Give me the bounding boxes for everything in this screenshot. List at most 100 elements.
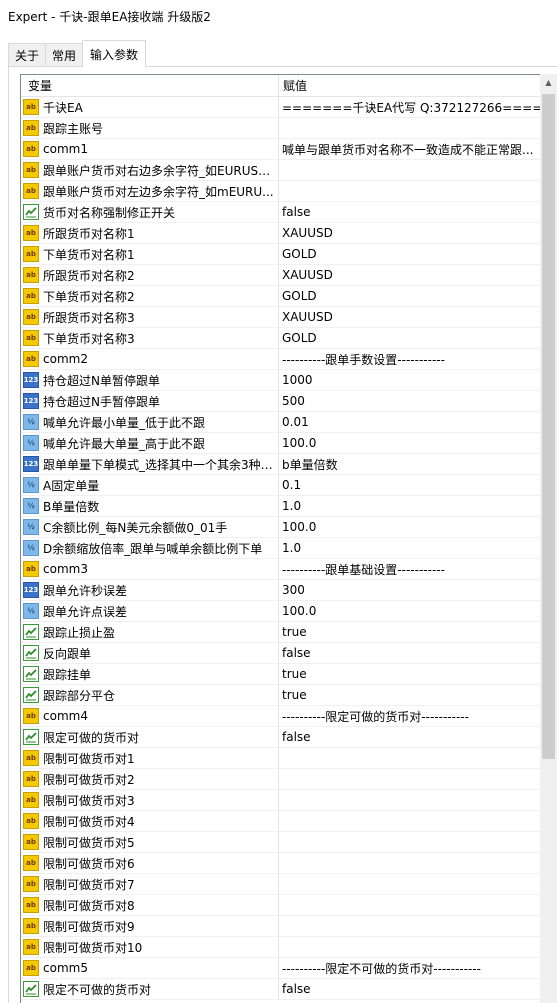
parameter-row[interactable]: ab 限制可做货币对7: [21, 874, 548, 895]
parameter-row[interactable]: ab 跟单账户货币对右边多余字符_如EURUSD...: [21, 160, 548, 181]
parameter-value-cell[interactable]: [279, 811, 548, 831]
parameter-row[interactable]: 跟踪止损止盈 true: [21, 622, 548, 643]
column-header-variable[interactable]: 变量: [21, 75, 279, 96]
parameter-value-cell[interactable]: 1.0: [279, 538, 548, 558]
parameter-value-cell[interactable]: 100.0: [279, 517, 548, 537]
parameter-value-cell[interactable]: true: [279, 664, 548, 684]
parameter-value-cell[interactable]: =======千诀EA代写 Q:372127266=====: [279, 97, 548, 117]
parameter-row[interactable]: ab 限制可做货币对8: [21, 895, 548, 916]
parameter-variable-cell: ab 跟踪主账号: [21, 118, 279, 138]
parameter-row[interactable]: ab 限制可做货币对9: [21, 916, 548, 937]
parameter-value-cell[interactable]: true: [279, 622, 548, 642]
string-type-icon: ab: [23, 813, 39, 829]
parameter-row[interactable]: ab comm1 喊单与跟单货币对名称不一致造成不能正常跟...: [21, 139, 548, 160]
parameter-row[interactable]: 123 持仓超过N手暂停跟单 500: [21, 391, 548, 412]
parameter-value-cell[interactable]: 100.0: [279, 601, 548, 621]
parameter-row[interactable]: ab 限制可做货币对6: [21, 853, 548, 874]
parameter-row[interactable]: ab 限制可做货币对2: [21, 769, 548, 790]
parameter-value-cell[interactable]: XAUUSD: [279, 307, 548, 327]
parameter-row[interactable]: 货币对名称强制修正开关 false: [21, 202, 548, 223]
parameter-value-cell[interactable]: 300: [279, 580, 548, 600]
parameter-value-cell[interactable]: [279, 874, 548, 894]
parameter-value-cell[interactable]: true: [279, 685, 548, 705]
parameter-value-cell[interactable]: false: [279, 727, 548, 747]
parameter-value-cell[interactable]: GOLD: [279, 286, 548, 306]
parameter-row[interactable]: ½ 喊单允许最大单量_高于此不跟 100.0: [21, 433, 548, 454]
parameter-row[interactable]: 123 跟单单量下单模式_选择其中一个其余3种?... b单量倍数: [21, 454, 548, 475]
parameter-value-cell[interactable]: [279, 748, 548, 768]
parameter-row[interactable]: ½ 跟单允许点误差 100.0: [21, 601, 548, 622]
parameter-value-cell[interactable]: [279, 853, 548, 873]
parameter-value-cell[interactable]: GOLD: [279, 244, 548, 264]
parameter-row[interactable]: ab comm3 ----------跟单基础设置-----------: [21, 559, 548, 580]
parameter-value-cell[interactable]: [279, 181, 548, 201]
parameter-value-cell[interactable]: ----------限定可做的货币对-----------: [279, 706, 548, 726]
parameter-value-cell[interactable]: [279, 160, 548, 180]
tab-common[interactable]: 常用: [45, 43, 84, 67]
parameter-row[interactable]: ab 所跟货币对名称3 XAUUSD: [21, 307, 548, 328]
parameter-value-cell[interactable]: 0.01: [279, 412, 548, 432]
parameter-value-cell[interactable]: GOLD: [279, 328, 548, 348]
parameter-row[interactable]: 反向跟单 false: [21, 643, 548, 664]
parameter-value-cell[interactable]: 1.0: [279, 496, 548, 516]
parameter-value-cell[interactable]: ----------限定不可做的货币对-----------: [279, 958, 548, 978]
parameter-row[interactable]: 跟踪部分平仓 true: [21, 685, 548, 706]
parameter-row[interactable]: ½ 喊单允许最小单量_低于此不跟 0.01: [21, 412, 548, 433]
parameter-row[interactable]: ½ B单量倍数 1.0: [21, 496, 548, 517]
parameter-value-cell[interactable]: false: [279, 202, 548, 222]
parameter-value-cell[interactable]: [279, 832, 548, 852]
parameter-value-cell[interactable]: [279, 937, 548, 957]
parameter-row[interactable]: ½ D余额缩放倍率_跟单与喊单余额比例下单 1.0: [21, 538, 548, 559]
parameter-value-cell[interactable]: [279, 118, 548, 138]
parameter-name: 限制可做货币对8: [43, 898, 135, 913]
parameter-value-cell[interactable]: XAUUSD: [279, 265, 548, 285]
parameter-value-cell[interactable]: [279, 916, 548, 936]
parameter-row[interactable]: 123 持仓超过N单暂停跟单 1000: [21, 370, 548, 391]
parameter-row[interactable]: ab comm5 ----------限定不可做的货币对-----------: [21, 958, 548, 979]
tab-about[interactable]: 关于: [8, 43, 47, 67]
parameter-value-cell[interactable]: XAUUSD: [279, 223, 548, 243]
parameter-row[interactable]: 限定可做的货币对 false: [21, 727, 548, 748]
parameter-value-cell[interactable]: ----------跟单基础设置-----------: [279, 559, 548, 579]
parameter-row[interactable]: ab comm4 ----------限定可做的货币对-----------: [21, 706, 548, 727]
parameter-row[interactable]: ab 跟踪主账号: [21, 118, 548, 139]
parameter-value-cell[interactable]: 500: [279, 391, 548, 411]
parameter-row[interactable]: ab 下单货币对名称2 GOLD: [21, 286, 548, 307]
parameter-value-cell[interactable]: [279, 790, 548, 810]
vertical-scrollbar[interactable]: ▲: [540, 74, 557, 1003]
parameter-value-cell[interactable]: false: [279, 979, 548, 999]
parameter-row[interactable]: ab comm2 ----------跟单手数设置-----------: [21, 349, 548, 370]
parameter-row[interactable]: ab 所跟货币对名称2 XAUUSD: [21, 265, 548, 286]
parameter-row[interactable]: ab 跟单账户货币对左边多余字符_如mEURU...: [21, 181, 548, 202]
scrollbar-thumb[interactable]: [542, 94, 555, 759]
parameter-value-cell[interactable]: 100.0: [279, 433, 548, 453]
parameter-row[interactable]: ½ C余额比例_每N美元余额做0_01手 100.0: [21, 517, 548, 538]
parameter-name: 跟踪主账号: [43, 121, 104, 136]
parameter-row[interactable]: ab 限制可做货币对5: [21, 832, 548, 853]
scroll-up-arrow-icon[interactable]: ▲: [540, 74, 557, 91]
parameter-value-cell[interactable]: [279, 895, 548, 915]
parameter-value-cell[interactable]: [279, 769, 548, 789]
parameter-row[interactable]: ½ A固定单量 0.1: [21, 475, 548, 496]
parameter-row[interactable]: 123 跟单允许秒误差 300: [21, 580, 548, 601]
tab-inputs[interactable]: 输入参数: [82, 40, 147, 67]
parameter-variable-cell: ab 下单货币对名称2: [21, 286, 279, 306]
parameter-value-cell[interactable]: 0.1: [279, 475, 548, 495]
parameter-value-cell[interactable]: b单量倍数: [279, 454, 548, 474]
parameter-row[interactable]: ab 下单货币对名称1 GOLD: [21, 244, 548, 265]
parameter-value-cell[interactable]: 1000: [279, 370, 548, 390]
parameter-row[interactable]: ab 千诀EA =======千诀EA代写 Q:372127266=====: [21, 97, 548, 118]
parameter-row[interactable]: ab 限制可做货币对3: [21, 790, 548, 811]
parameter-row[interactable]: ab 限制可做货币对1: [21, 748, 548, 769]
parameter-row[interactable]: 限定不可做的货币对 false: [21, 979, 548, 1000]
parameter-value-cell[interactable]: false: [279, 643, 548, 663]
parameter-row[interactable]: ab 限制可做货币对10: [21, 937, 548, 958]
parameter-row[interactable]: ab 下单货币对名称3 GOLD: [21, 328, 548, 349]
parameter-value-cell[interactable]: ----------跟单手数设置-----------: [279, 349, 548, 369]
parameter-row[interactable]: ab 限制可做货币对4: [21, 811, 548, 832]
column-header-value[interactable]: 赋值: [279, 75, 548, 96]
parameter-value-cell[interactable]: 喊单与跟单货币对名称不一致造成不能正常跟...: [279, 139, 548, 159]
parameter-row[interactable]: 跟踪挂单 true: [21, 664, 548, 685]
parameter-variable-cell: ½ 跟单允许点误差: [21, 601, 279, 621]
parameter-row[interactable]: ab 所跟货币对名称1 XAUUSD: [21, 223, 548, 244]
